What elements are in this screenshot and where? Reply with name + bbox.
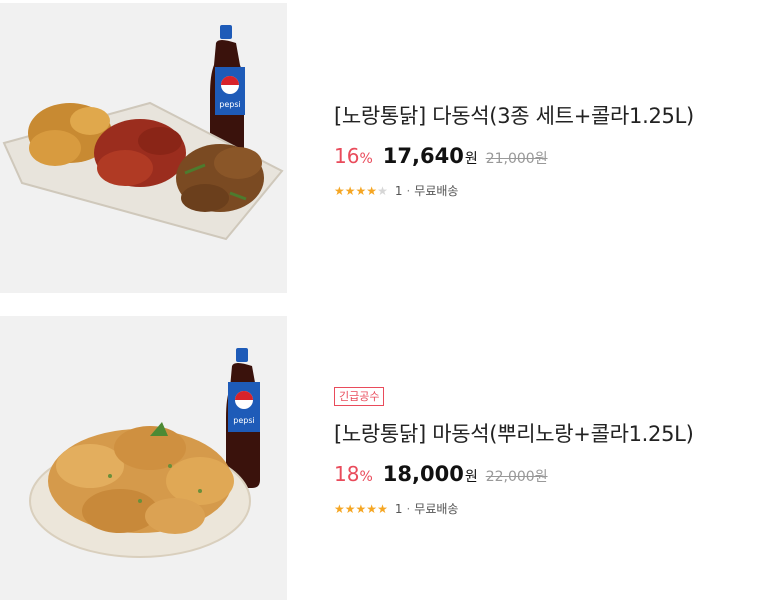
product-list: pepsi [노랑통닭] 다동석(3종 세트+콜라1.25L) 16% 17,6…	[0, 0, 767, 600]
svg-text:pepsi: pepsi	[233, 416, 254, 425]
free-shipping-label: 무료배송	[414, 502, 459, 516]
original-price: 21,000원	[485, 151, 548, 167]
discount-rate: 16%	[334, 144, 373, 168]
sale-price: 18,000원	[383, 462, 478, 486]
sale-price: 17,640원	[383, 144, 478, 168]
chicken-platter-image: pepsi	[0, 3, 287, 293]
star-icon: ★	[355, 183, 367, 198]
percent-sign: %	[359, 151, 373, 167]
product-info: 긴급공수 [노랑통닭] 마동석(뿌리노랑+콜라1.25L) 18% 18,000…	[334, 385, 757, 517]
free-shipping-label: 무료배송	[414, 184, 459, 198]
currency-unit: 원	[464, 151, 478, 167]
sale-price-value: 17,640	[382, 144, 464, 168]
meta-separator: ·	[406, 501, 411, 516]
rating-stars: ★ ★ ★ ★ ★	[334, 503, 388, 515]
star-icon: ★	[355, 501, 367, 516]
star-icon: ★	[366, 501, 378, 516]
product-meta: ★ ★ ★ ★ ★ 1 · 무료배송	[334, 500, 757, 517]
urgent-badge: 긴급공수	[334, 387, 385, 406]
price-row: 18% 18,000원 22,000원	[334, 462, 757, 486]
star-icon: ★	[334, 183, 345, 198]
discount-rate-value: 16	[334, 144, 360, 168]
product-meta: ★ ★ ★ ★ ★ 1 · 무료배송	[334, 182, 757, 199]
star-icon: ★	[366, 183, 378, 198]
currency-unit: 원	[464, 469, 478, 485]
svg-text:pepsi: pepsi	[219, 100, 240, 109]
rating-stars: ★ ★ ★ ★ ★	[334, 185, 388, 197]
percent-sign: %	[359, 469, 373, 485]
product-title[interactable]: [노랑통닭] 마동석(뿌리노랑+콜라1.25L)	[334, 420, 757, 448]
meta-separator: ·	[406, 183, 411, 198]
price-row: 16% 17,640원 21,000원	[334, 144, 757, 168]
product-info: [노랑통닭] 다동석(3종 세트+콜라1.25L) 16% 17,640원 21…	[334, 102, 757, 199]
product-image[interactable]: pepsi	[0, 3, 287, 293]
star-icon: ★	[377, 183, 388, 198]
product-card[interactable]: pepsi [노랑통닭] 다동석(3종 세트+콜라1.25L) 16% 17,6…	[0, 3, 767, 293]
original-price: 22,000원	[485, 469, 548, 485]
review-count: 1	[394, 183, 403, 198]
star-icon: ★	[377, 501, 388, 516]
star-icon: ★	[344, 183, 356, 198]
chicken-plate-image: pepsi	[0, 316, 287, 600]
product-image[interactable]: pepsi	[0, 316, 287, 600]
discount-rate: 18%	[334, 462, 373, 486]
review-count: 1	[394, 501, 403, 516]
sale-price-value: 18,000	[382, 462, 464, 486]
star-icon: ★	[334, 501, 345, 516]
product-title[interactable]: [노랑통닭] 다동석(3종 세트+콜라1.25L)	[334, 102, 757, 130]
star-icon: ★	[344, 501, 356, 516]
discount-rate-value: 18	[334, 462, 360, 486]
product-card[interactable]: pepsi 긴급공수 [노랑통닭] 마동석(뿌리노랑+콜라1.25L) 18% …	[0, 316, 767, 600]
